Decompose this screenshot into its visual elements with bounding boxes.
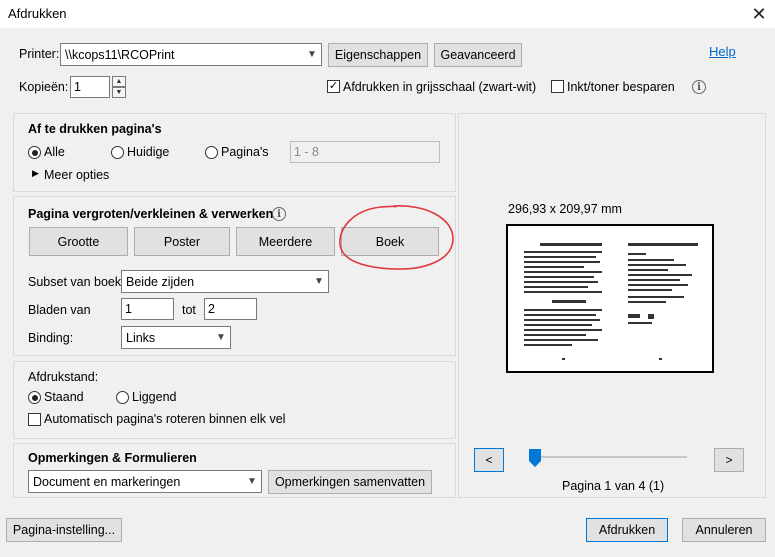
save-ink-checkbox[interactable] [551, 80, 564, 93]
more-options-label[interactable]: Meer opties [44, 168, 109, 182]
copies-down-icon[interactable]: ▼ [112, 87, 126, 98]
comments-heading: Opmerkingen & Formulieren [28, 451, 197, 465]
page-setup-button[interactable]: Pagina-instelling... [6, 518, 122, 542]
sheets-to-label: tot [182, 303, 196, 317]
info-icon[interactable]: i [272, 207, 286, 221]
preview-page-content [516, 234, 704, 364]
page-range-label: Pagina's [221, 145, 269, 159]
checkmark-icon: ✓ [328, 80, 339, 92]
save-ink-label: Inkt/toner besparen [567, 80, 675, 94]
all-pages-label: Alle [44, 145, 65, 159]
page-range-radio[interactable] [205, 146, 218, 159]
chevron-down-icon: ▼ [307, 49, 317, 60]
triangle-right-icon[interactable]: ▶ [32, 168, 39, 179]
subset-select[interactable]: Beide zijden ▼ [121, 270, 329, 293]
sizing-heading: Pagina vergroten/verkleinen & verwerken [28, 207, 274, 221]
page-slider-track[interactable] [532, 456, 687, 458]
properties-button[interactable]: Eigenschappen [328, 43, 428, 67]
chevron-down-icon: ▼ [314, 276, 324, 287]
page-slider-thumb[interactable] [529, 449, 541, 467]
chevron-down-icon: ▼ [247, 476, 257, 487]
binding-select-value: Links [126, 330, 156, 345]
preview-sheet [506, 224, 714, 373]
size-button[interactable]: Grootte [29, 227, 128, 256]
sheets-from-input[interactable]: 1 [121, 298, 174, 320]
chevron-down-icon: ▼ [216, 332, 226, 343]
print-button[interactable]: Afdrukken [586, 518, 668, 542]
previous-page-button[interactable]: < [474, 448, 504, 472]
printer-select-value: \\kcops11\RCOPrint [65, 47, 175, 62]
portrait-label: Staand [44, 390, 84, 404]
current-page-label: Huidige [127, 145, 170, 159]
portrait-radio[interactable] [28, 391, 41, 404]
copies-up-icon[interactable]: ▲ [112, 76, 126, 87]
comments-select[interactable]: Document en markeringen ▼ [28, 470, 262, 493]
title-bar: Afdrukken ✕ [0, 0, 775, 28]
next-page-button[interactable]: > [714, 448, 744, 472]
landscape-label: Liggend [132, 390, 177, 404]
binding-label: Binding: [28, 331, 74, 345]
printer-label: Printer: [19, 47, 60, 61]
subset-select-value: Beide zijden [126, 274, 195, 289]
grayscale-label: Afdrukken in grijsschaal (zwart-wit) [343, 80, 537, 94]
close-icon[interactable]: ✕ [743, 0, 775, 28]
poster-button[interactable]: Poster [134, 227, 230, 256]
annotation-circle [339, 205, 454, 270]
sheets-to-input[interactable]: 2 [204, 298, 257, 320]
landscape-radio[interactable] [116, 391, 129, 404]
copies-label: Kopieën: [19, 80, 69, 94]
page-status: Pagina 1 van 4 (1) [562, 479, 665, 493]
sheets-label: Bladen van [28, 303, 91, 317]
cancel-button[interactable]: Annuleren [682, 518, 766, 542]
binding-select[interactable]: Links ▼ [121, 326, 231, 349]
subset-label: Subset van boek: [28, 275, 125, 289]
comments-select-value: Document en markeringen [33, 474, 181, 489]
all-pages-radio[interactable] [28, 146, 41, 159]
page-range-input[interactable]: 1 - 8 [290, 141, 440, 163]
advanced-button[interactable]: Geavanceerd [434, 43, 522, 67]
info-icon[interactable]: i [692, 80, 706, 94]
grayscale-checkbox[interactable]: ✓ [327, 80, 340, 93]
current-page-radio[interactable] [111, 146, 124, 159]
page-dimensions: 296,93 x 209,97 mm [508, 202, 622, 216]
window-title: Afdrukken [8, 6, 67, 21]
help-link[interactable]: Help [709, 44, 736, 59]
auto-rotate-label: Automatisch pagina's roteren binnen elk … [44, 412, 286, 426]
copies-input[interactable]: 1 [70, 76, 110, 98]
summarize-comments-button[interactable]: Opmerkingen samenvatten [268, 470, 432, 494]
multiple-button[interactable]: Meerdere [236, 227, 335, 256]
printer-select[interactable]: \\kcops11\RCOPrint ▼ [60, 43, 322, 66]
orientation-heading: Afdrukstand: [28, 370, 99, 384]
auto-rotate-checkbox[interactable] [28, 413, 41, 426]
pages-heading: Af te drukken pagina's [28, 122, 162, 136]
